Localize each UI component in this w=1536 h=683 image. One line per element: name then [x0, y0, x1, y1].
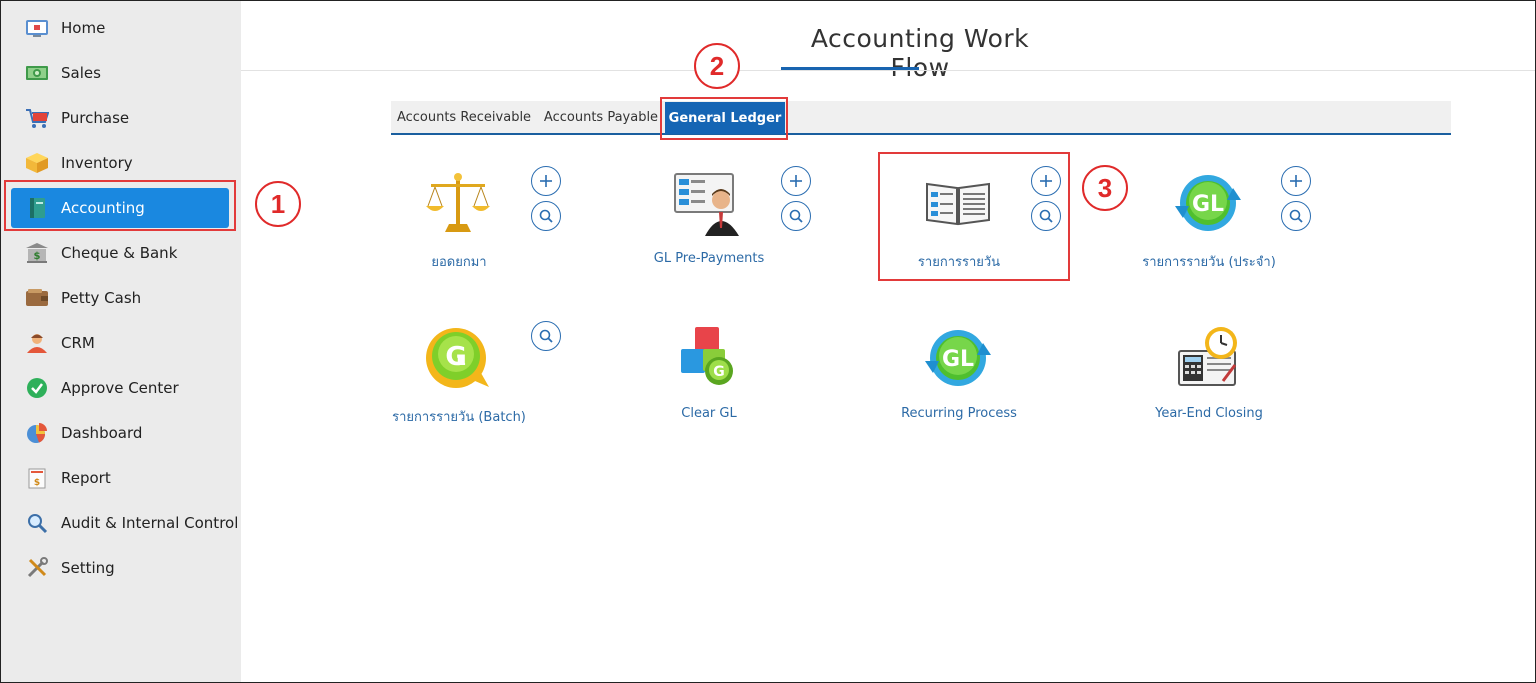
- add-button[interactable]: [531, 166, 561, 196]
- sidebar-item-home[interactable]: Home: [11, 8, 229, 48]
- sidebar-item-label: Report: [61, 469, 111, 487]
- tile-label[interactable]: ยอดยกมา: [360, 251, 558, 272]
- search-icon: [539, 329, 553, 343]
- search-icon: [789, 209, 803, 223]
- sidebar: Home Sales Purchase Inventory Accounting…: [1, 1, 241, 682]
- svg-text:$: $: [34, 478, 40, 488]
- svg-text:GL: GL: [942, 347, 974, 372]
- tile-recurring-process[interactable]: GL Recurring Process: [890, 320, 1090, 440]
- money-icon: [25, 61, 49, 85]
- sidebar-item-audit[interactable]: Audit & Internal Control: [11, 503, 238, 543]
- gl-recurring-icon: GL: [1170, 165, 1246, 241]
- cart-icon: [25, 106, 49, 130]
- search-button[interactable]: [531, 201, 561, 231]
- search-icon: [539, 209, 553, 223]
- tile-label[interactable]: GL Pre-Payments: [610, 251, 808, 266]
- tile-label[interactable]: Clear GL: [610, 406, 808, 421]
- page-title: Accounting Work Flow: [810, 24, 1030, 82]
- tab-accounts-payable[interactable]: Accounts Payable: [537, 101, 665, 134]
- plus-icon: [540, 175, 552, 187]
- title-underline: [781, 67, 919, 70]
- add-button[interactable]: [1281, 166, 1311, 196]
- calendar-clock-icon: [1170, 320, 1246, 396]
- home-icon: [25, 16, 49, 40]
- sidebar-item-label: Sales: [61, 64, 101, 82]
- document-person-icon: [670, 165, 746, 241]
- sidebar-item-label: Setting: [61, 559, 115, 577]
- svg-text:G: G: [713, 364, 725, 380]
- tile-recurring-journal[interactable]: GL รายการรายวัน (ประจำ): [1140, 165, 1340, 285]
- highlight-box-accounting: [4, 180, 236, 231]
- plus-icon: [1290, 175, 1302, 187]
- tile-gl-pre-payments[interactable]: GL Pre-Payments: [640, 165, 840, 285]
- sidebar-item-crm[interactable]: CRM: [11, 323, 229, 363]
- sidebar-item-label: Dashboard: [61, 424, 143, 442]
- tile-batch-journal[interactable]: G L รายการรายวัน (Batch): [390, 320, 590, 440]
- callout-1: 1: [255, 181, 301, 227]
- tile-label[interactable]: รายการรายวัน (ประจำ): [1110, 251, 1308, 272]
- title-divider: [241, 70, 1535, 71]
- tile-label[interactable]: Recurring Process: [860, 406, 1058, 421]
- highlight-box-daily-journal: [878, 152, 1070, 281]
- highlight-box-general-ledger: [660, 97, 788, 140]
- sidebar-item-sales[interactable]: Sales: [11, 53, 229, 93]
- svg-text:L: L: [457, 353, 466, 369]
- magnifier-icon: [25, 511, 49, 535]
- tools-icon: [25, 556, 49, 580]
- add-button[interactable]: [781, 166, 811, 196]
- person-icon: [25, 331, 49, 355]
- pie-chart-icon: [25, 421, 49, 445]
- sidebar-item-report[interactable]: $ Report: [11, 458, 229, 498]
- sidebar-item-label: Inventory: [61, 154, 133, 172]
- sidebar-item-label: Home: [61, 19, 106, 37]
- gl-cycle-icon: GL: [920, 320, 996, 396]
- sidebar-item-label: CRM: [61, 334, 95, 352]
- tile-year-end-closing[interactable]: Year-End Closing: [1140, 320, 1340, 440]
- tile-opening-balance[interactable]: ยอดยกมา: [390, 165, 590, 285]
- tile-label[interactable]: รายการรายวัน (Batch): [360, 406, 558, 427]
- search-button[interactable]: [781, 201, 811, 231]
- wallet-icon: [25, 286, 49, 310]
- report-icon: $: [25, 466, 49, 490]
- callout-2: 2: [694, 43, 740, 89]
- tab-bar: Accounts Receivable Accounts Payable Gen…: [391, 101, 1451, 135]
- search-button[interactable]: [1281, 201, 1311, 231]
- sidebar-item-approve-center[interactable]: Approve Center: [11, 368, 229, 408]
- sidebar-item-inventory[interactable]: Inventory: [11, 143, 229, 183]
- callout-3: 3: [1082, 165, 1128, 211]
- tile-label[interactable]: Year-End Closing: [1110, 406, 1308, 421]
- box-icon: [25, 151, 49, 175]
- bank-icon: $: [25, 241, 49, 265]
- sidebar-item-label: Petty Cash: [61, 289, 142, 307]
- sidebar-item-label: Cheque & Bank: [61, 244, 178, 262]
- search-icon: [1289, 209, 1303, 223]
- search-button[interactable]: [531, 321, 561, 351]
- scales-icon: [420, 165, 496, 241]
- sidebar-item-cheque-bank[interactable]: $ Cheque & Bank: [11, 233, 229, 273]
- gl-batch-icon: G L: [420, 320, 496, 396]
- tile-clear-gl[interactable]: G Clear GL: [640, 320, 840, 440]
- sidebar-item-setting[interactable]: Setting: [11, 548, 229, 588]
- sidebar-item-petty-cash[interactable]: Petty Cash: [11, 278, 229, 318]
- sidebar-item-label: Audit & Internal Control: [61, 514, 239, 532]
- sidebar-item-dashboard[interactable]: Dashboard: [11, 413, 229, 453]
- clear-gl-icon: G: [670, 320, 746, 396]
- check-circle-icon: [25, 376, 49, 400]
- sidebar-item-purchase[interactable]: Purchase: [11, 98, 229, 138]
- plus-icon: [790, 175, 802, 187]
- sidebar-item-label: Approve Center: [61, 379, 179, 397]
- svg-text:$: $: [34, 251, 41, 262]
- tab-accounts-receivable[interactable]: Accounts Receivable: [391, 101, 537, 134]
- sidebar-item-label: Purchase: [61, 109, 130, 127]
- svg-text:GL: GL: [1192, 192, 1224, 217]
